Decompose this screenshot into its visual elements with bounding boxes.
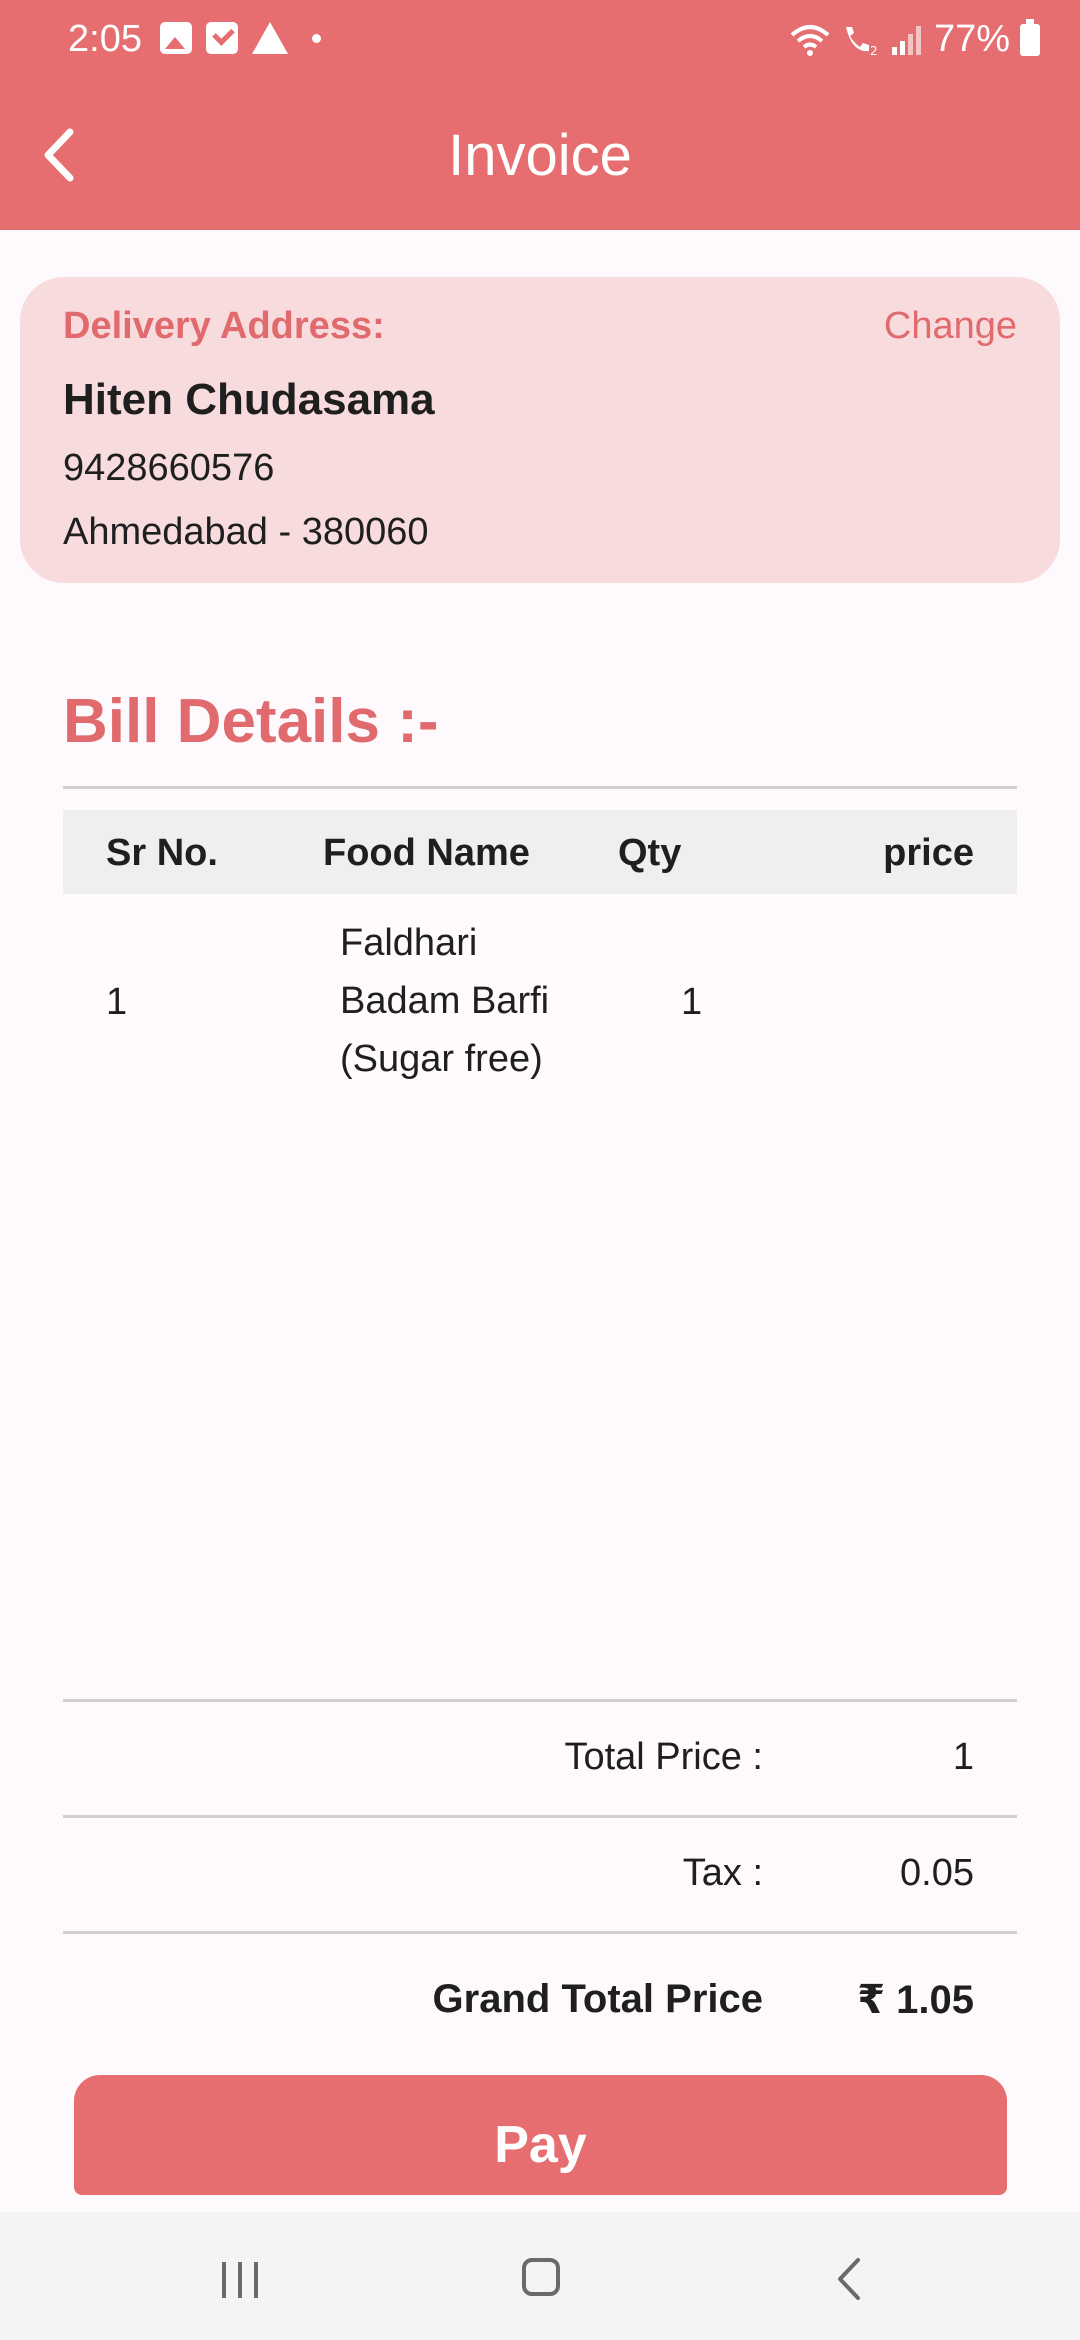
bill-table-header: Sr No. Food Name Qty price bbox=[63, 810, 1017, 894]
row-food-name: Faldhari Badam Barfi (Sugar free) bbox=[340, 914, 549, 1088]
page-title: Invoice bbox=[448, 123, 632, 188]
battery-icon bbox=[1020, 18, 1040, 56]
change-address-link[interactable]: Change bbox=[884, 305, 1017, 348]
grand-total-value: ₹ 1.05 bbox=[857, 1978, 974, 2022]
nav-back-icon[interactable] bbox=[830, 2254, 870, 2304]
delivery-address-label: Delivery Address: bbox=[63, 305, 385, 347]
tax-value: 0.05 bbox=[900, 1852, 974, 1894]
total-price-label: Total Price : bbox=[564, 1736, 763, 1778]
customer-phone: 9428660576 bbox=[63, 447, 275, 489]
bill-details-title: Bill Details :- bbox=[63, 687, 439, 756]
battery-percentage: 77% bbox=[933, 18, 1010, 60]
system-icons: 2 77% bbox=[790, 18, 1040, 61]
customer-city: Ahmedabad - 380060 bbox=[63, 511, 429, 553]
bill-divider bbox=[63, 786, 1017, 789]
summary-divider bbox=[63, 1699, 1017, 1702]
total-price-value: 1 bbox=[952, 1736, 974, 1778]
svg-text:2: 2 bbox=[870, 44, 878, 57]
row-sr-no: 1 bbox=[106, 981, 128, 1023]
gallery-notification-icon bbox=[160, 22, 192, 54]
column-header-price: price bbox=[883, 832, 974, 874]
column-header-food-name: Food Name bbox=[323, 832, 530, 874]
notification-icons bbox=[160, 22, 321, 54]
recent-apps-icon[interactable] bbox=[222, 2262, 262, 2298]
delivery-address-card: Delivery Address: Change Hiten Chudasama… bbox=[20, 277, 1060, 583]
warning-notification-icon bbox=[252, 22, 288, 54]
pay-button[interactable]: Pay bbox=[74, 2075, 1007, 2195]
column-header-sr-no: Sr No. bbox=[106, 832, 218, 874]
wifi-icon bbox=[790, 24, 830, 56]
home-icon[interactable] bbox=[522, 2258, 560, 2296]
tax-label: Tax : bbox=[682, 1852, 763, 1894]
check-notification-icon bbox=[206, 22, 238, 54]
food-name-line: (Sugar free) bbox=[340, 1038, 543, 1080]
table-row: 1 Faldhari Badam Barfi (Sugar free) 1 bbox=[63, 894, 851, 1110]
status-time: 2:05 bbox=[68, 18, 142, 60]
column-header-qty: Qty bbox=[618, 832, 682, 874]
status-bar: 2:05 2 77% bbox=[0, 0, 1080, 82]
food-name-line: Badam Barfi bbox=[340, 980, 550, 1022]
system-navigation-bar bbox=[0, 2212, 1080, 2340]
summary-divider bbox=[63, 1815, 1017, 1818]
summary-divider bbox=[63, 1931, 1017, 1934]
grand-total-label: Grand Total Price bbox=[432, 1977, 763, 2021]
signal-icon bbox=[891, 25, 921, 55]
more-notifications-dot-icon bbox=[312, 33, 321, 43]
wifi-calling-icon: 2 bbox=[845, 26, 878, 57]
customer-name: Hiten Chudasama bbox=[63, 375, 435, 424]
food-name-line: Faldhari bbox=[340, 922, 478, 964]
row-qty: 1 bbox=[681, 981, 703, 1023]
app-bar: 2:05 2 77% Invoice bbox=[0, 0, 1080, 230]
